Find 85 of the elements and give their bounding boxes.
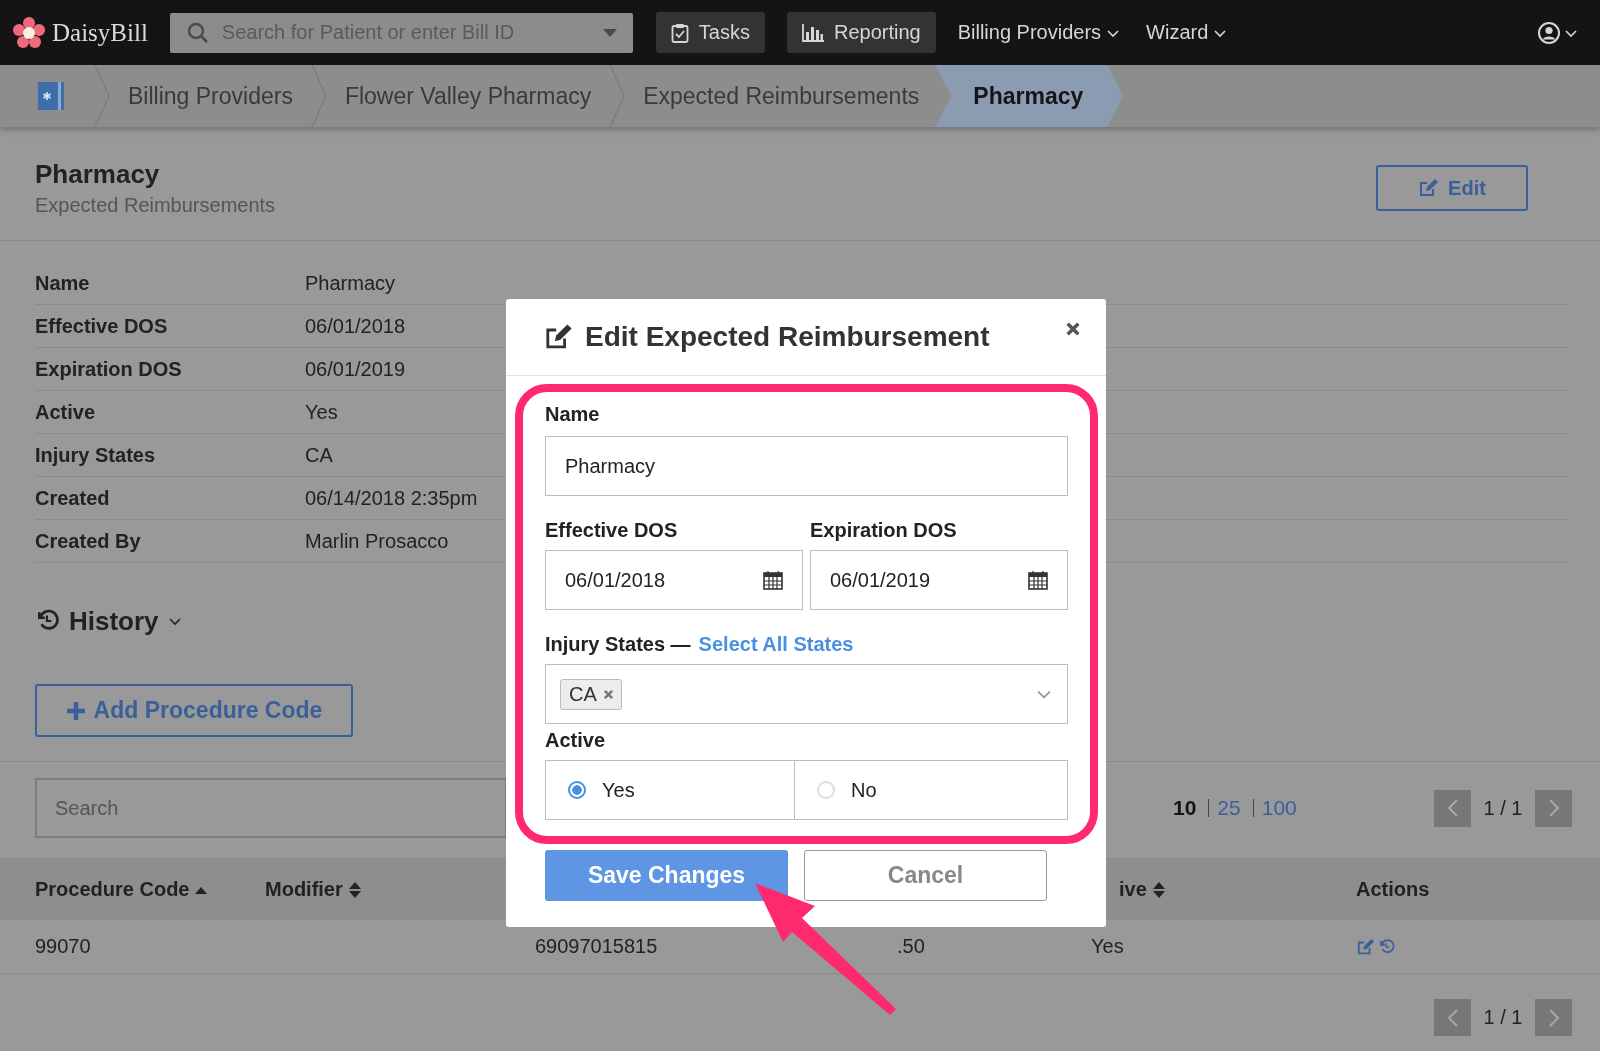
next-page-button[interactable] bbox=[1535, 999, 1572, 1036]
modal-title: Edit Expected Reimbursement bbox=[585, 321, 991, 353]
next-page-button[interactable] bbox=[1535, 789, 1572, 827]
history-icon[interactable] bbox=[1378, 937, 1396, 956]
page-title: Pharmacy bbox=[35, 158, 161, 190]
field-label: Expiration DOS bbox=[810, 518, 958, 543]
table-cell: Yes bbox=[1091, 935, 1124, 958]
nav-button[interactable]: Reporting bbox=[786, 12, 936, 53]
sort-icon bbox=[348, 881, 361, 898]
breadcrumb-separator-icon bbox=[94, 65, 110, 127]
breadcrumb-link[interactable]: Billing Providers bbox=[110, 65, 311, 127]
breadcrumb-link[interactable]: Pharmacy bbox=[935, 65, 1124, 127]
field-label: Injury States — bbox=[545, 632, 691, 657]
page-indicator: 1 / 1 bbox=[1482, 796, 1524, 820]
field-label: Active bbox=[35, 400, 97, 424]
nav-menu[interactable]: Wizard bbox=[1146, 21, 1228, 44]
calendar-icon bbox=[763, 570, 783, 590]
page-size-link[interactable]: 10 bbox=[1173, 796, 1197, 820]
field-label: Name bbox=[35, 271, 91, 295]
field-label: Name bbox=[545, 402, 601, 427]
table-search-field[interactable]: Search bbox=[35, 778, 507, 838]
plus-icon bbox=[65, 700, 86, 721]
chevron-left-icon bbox=[1446, 799, 1459, 817]
field-value: CA bbox=[305, 443, 333, 467]
user-avatar-icon bbox=[1538, 21, 1560, 44]
breadcrumb-link[interactable]: Expected Reimbursements bbox=[625, 65, 938, 127]
history-toggle[interactable]: History bbox=[35, 601, 183, 641]
logo-text: DaisyBill bbox=[52, 18, 148, 47]
table-cell: 69097015815 bbox=[535, 935, 658, 958]
table-cell: 99070 bbox=[35, 935, 91, 958]
field-value: 06/01/2019 bbox=[305, 357, 406, 381]
select-all-link[interactable]: Select All States bbox=[698, 632, 854, 656]
field-label: Injury States bbox=[35, 443, 157, 467]
column-header[interactable]: Procedure Code bbox=[35, 878, 208, 901]
page-subtitle: Expected Reimbursements bbox=[35, 193, 276, 218]
caret-icon bbox=[602, 28, 617, 37]
save-changes-button[interactable]: Save Changes bbox=[545, 850, 788, 901]
column-header[interactable]: Modifier bbox=[265, 878, 361, 901]
field-label: Effective DOS bbox=[35, 314, 169, 338]
edit-icon bbox=[543, 323, 575, 351]
previous-page-button[interactable] bbox=[1434, 999, 1471, 1036]
field-label: Created bbox=[35, 486, 111, 510]
state-tag: CA bbox=[560, 678, 622, 710]
bar-chart-icon bbox=[801, 23, 824, 42]
remove-icon[interactable] bbox=[602, 688, 614, 700]
field-label: Effective DOS bbox=[545, 518, 679, 543]
column-header[interactable]: Actions bbox=[1356, 878, 1430, 901]
breadcrumb-separator-icon bbox=[609, 65, 626, 127]
states-select[interactable]: CA bbox=[545, 664, 1068, 724]
field-label: Created By bbox=[35, 529, 142, 553]
field-value: Pharmacy bbox=[305, 271, 396, 295]
field-label: Active bbox=[545, 728, 607, 753]
field-value: 06/14/2018 2:35pm bbox=[305, 486, 478, 510]
search-icon bbox=[186, 21, 209, 44]
notebook-icon[interactable] bbox=[36, 81, 66, 111]
chevron-right-icon bbox=[1547, 1008, 1560, 1027]
date-field[interactable]: 06/01/2019 bbox=[810, 550, 1068, 610]
close-icon[interactable] bbox=[1065, 321, 1081, 337]
clipboard-icon bbox=[670, 22, 689, 43]
calendar-icon bbox=[1028, 570, 1048, 590]
radio-button[interactable] bbox=[568, 781, 586, 799]
chevron-left-icon bbox=[1446, 1008, 1459, 1027]
nav-menu[interactable]: Billing Providers bbox=[957, 21, 1121, 44]
chevron-right-icon bbox=[1547, 799, 1560, 817]
field-value: Marlin Prosacco bbox=[305, 529, 449, 553]
edit-icon[interactable] bbox=[1356, 937, 1376, 956]
previous-page-button[interactable] bbox=[1434, 789, 1471, 827]
field-label: Expiration DOS bbox=[35, 357, 183, 381]
breadcrumb-separator-icon bbox=[310, 65, 327, 127]
field-value: 06/01/2018 bbox=[305, 314, 406, 338]
edit-icon bbox=[1418, 178, 1441, 198]
flower-logo-icon bbox=[12, 15, 46, 50]
table-cell: .50 bbox=[897, 935, 925, 958]
date-field[interactable]: 06/01/2018 bbox=[545, 550, 803, 610]
name-input[interactable]: Pharmacy bbox=[545, 436, 1068, 496]
column-header[interactable]: ive bbox=[1119, 878, 1165, 901]
cancel-button[interactable]: Cancel bbox=[804, 850, 1047, 901]
radio-option[interactable]: No bbox=[794, 761, 1067, 819]
radio-option[interactable]: Yes bbox=[546, 761, 794, 819]
sort-icon bbox=[1152, 881, 1165, 898]
nav-button[interactable]: Tasks bbox=[655, 12, 765, 53]
breadcrumb-link[interactable]: Flower Valley Pharmacy bbox=[326, 65, 610, 127]
field-value: Yes bbox=[305, 400, 338, 424]
sort-ascending-icon bbox=[195, 885, 208, 894]
page-indicator: 1 / 1 bbox=[1482, 1006, 1524, 1029]
